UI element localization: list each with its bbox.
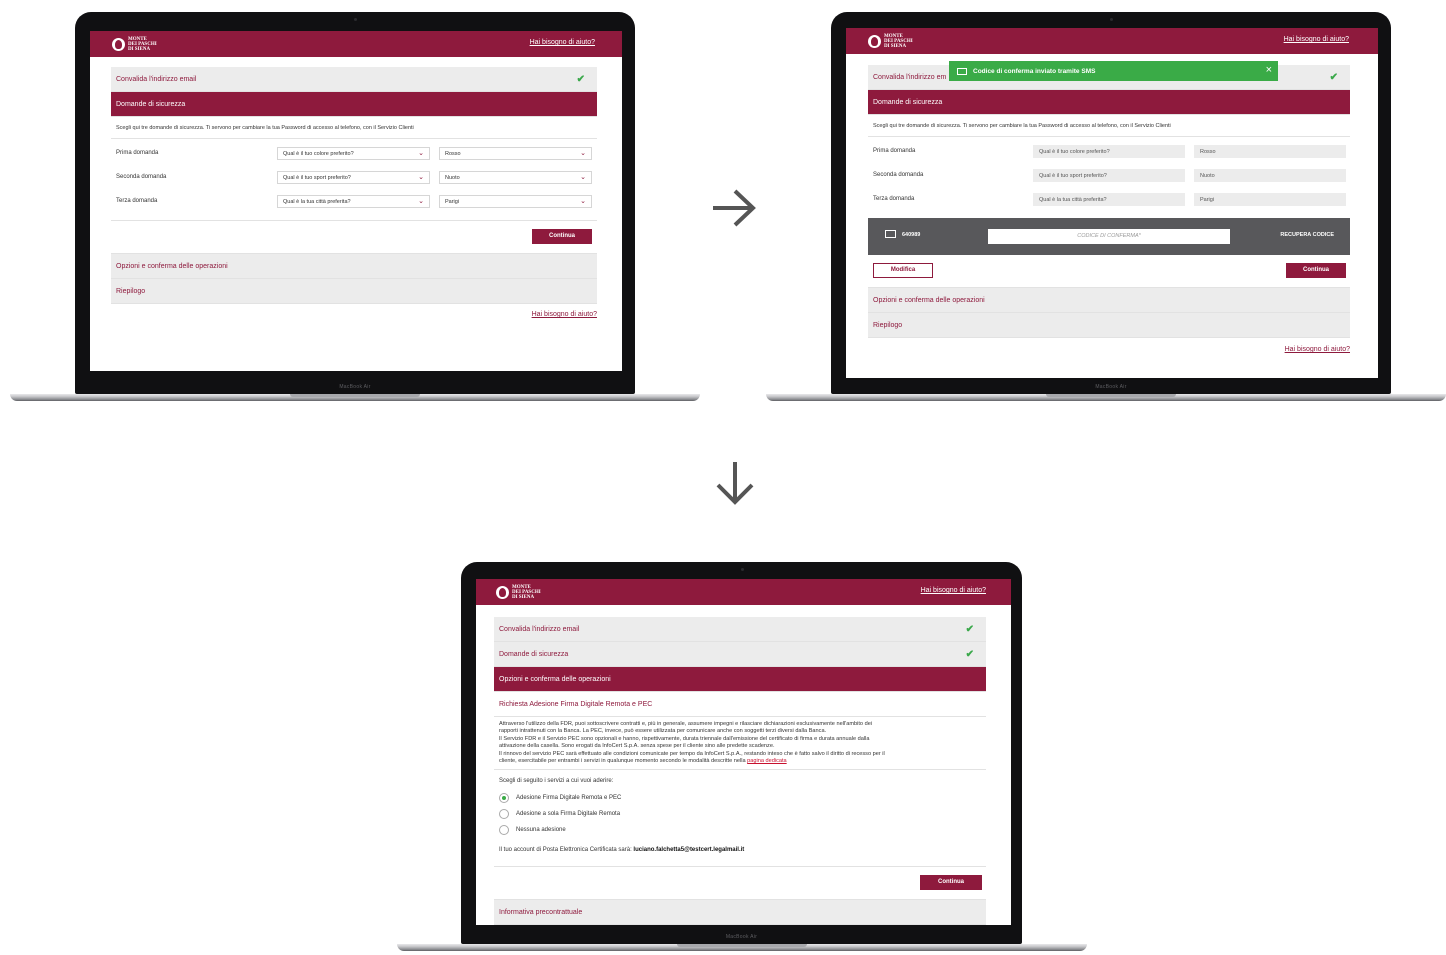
question-field: Qual è la tua città preferita? — [1033, 193, 1185, 206]
sms-code-bar: 640989 CODICE DI CONFERMA* RECUPERA CODI… — [868, 218, 1350, 255]
actions-row: Continua — [494, 867, 986, 901]
help-link-bottom[interactable]: Hai bisogno di aiuto? — [1285, 346, 1350, 353]
question-field: Qual è il tuo colore preferito? — [1033, 145, 1185, 158]
chevron-down-icon: ⌄ — [580, 150, 586, 157]
screen-1: MONTE DEI PASCHI DI SIENA Hai bisogno di… — [90, 31, 622, 371]
question-row: Seconda domanda Qual è il tuo sport pref… — [868, 164, 1350, 188]
bank-logo[interactable]: MONTE DEI PASCHI DI SIENA — [112, 37, 157, 52]
step-validate-email[interactable]: Convalida l'indirizzo email ✔ — [111, 67, 597, 92]
step-options[interactable]: Opzioni e conferma delle operazioni — [111, 254, 597, 279]
sms-toast: Codice di conferma inviato tramite SMS × — [949, 61, 1278, 81]
model-label: MacBook Air — [339, 384, 371, 390]
security-intro: Scegli qui tre domande di sicurezza. Ti … — [111, 117, 597, 139]
question-row: Terza domanda Qual è la tua città prefer… — [868, 188, 1350, 212]
laptop-1-notch — [290, 394, 420, 397]
dedicated-page-link[interactable]: pagina dedicata — [747, 758, 787, 764]
chevron-down-icon: ⌄ — [418, 174, 424, 181]
sms-code: 640989 — [902, 232, 921, 238]
continue-button[interactable]: Continua — [1286, 263, 1346, 278]
question-select[interactable]: Qual è il tuo colore preferito? ⌄ — [277, 147, 430, 160]
service-choice: Scegli di seguito i servizi a cui vuoi a… — [494, 770, 986, 868]
question-select[interactable]: Qual è la tua città preferita? ⌄ — [277, 195, 430, 208]
check-icon: ✔ — [576, 73, 585, 85]
actions-row: Modifica Continua — [868, 255, 1350, 288]
chevron-down-icon: ⌄ — [580, 198, 586, 205]
arrow-right-icon — [713, 189, 756, 227]
camera — [354, 18, 357, 21]
request-title: Richiesta Adesione Firma Digitale Remota… — [494, 692, 986, 717]
step-summary[interactable]: Riepilogo — [111, 279, 597, 304]
sms-icon — [957, 67, 967, 75]
close-icon[interactable]: × — [1266, 64, 1272, 76]
wizard-panel: Convalida l'indirizzo email ✔ Domande di… — [494, 617, 986, 925]
check-icon: ✔ — [1329, 71, 1338, 83]
continue-button[interactable]: Continua — [920, 875, 982, 891]
bank-logo[interactable]: MONTE DEI PASCHI DI SIENA — [868, 34, 913, 49]
pec-account-line: Il tuo account di Posta Elettronica Cert… — [499, 847, 745, 854]
step-pre-contract[interactable]: Informativa precontrattuale — [494, 900, 986, 925]
help-link[interactable]: Hai bisogno di aiuto? — [921, 587, 986, 594]
answer-select[interactable]: Parigi ⌄ — [439, 195, 592, 208]
answer-select[interactable]: Nuoto ⌄ — [439, 171, 592, 184]
recover-code-link[interactable]: RECUPERA CODICE — [1280, 232, 1334, 238]
screen-2: MONTE DEI PASCHI DI SIENA Hai bisogno di… — [846, 28, 1378, 378]
choose-label: Scegli di seguito i servizi a cui vuoi a… — [499, 778, 614, 785]
laptop-3-notch — [677, 944, 807, 947]
question-select[interactable]: Qual è il tuo sport preferito? ⌄ — [277, 171, 430, 184]
chevron-down-icon: ⌄ — [418, 198, 424, 205]
model-label: MacBook Air — [1095, 384, 1127, 390]
answer-field: Parigi — [1194, 193, 1346, 206]
bank-logo[interactable]: MONTE DEI PASCHI DI SIENA — [496, 585, 541, 600]
site-header: MONTE DEI PASCHI DI SIENA Hai bisogno di… — [846, 28, 1378, 54]
continue-button[interactable]: Continua — [532, 229, 592, 244]
site-header: MONTE DEI PASCHI DI SIENA Hai bisogno di… — [90, 31, 622, 57]
confirmation-code-input[interactable]: CODICE DI CONFERMA* — [988, 229, 1230, 244]
model-label: MacBook Air — [725, 934, 758, 940]
logo-emblem — [496, 586, 509, 599]
service-description: Attraverso l'utilizzo della FDR, puoi so… — [494, 717, 986, 771]
pec-address: luciano.falchetta5@testcert.legalmail.it — [633, 847, 745, 854]
camera — [740, 568, 744, 571]
question-row: Prima domanda Qual è il tuo colore prefe… — [868, 140, 1350, 164]
step-validate-email[interactable]: Convalida l'indirizzo email ✔ — [494, 617, 986, 642]
wizard-panel: Convalida l'indirizzo email ✔ Domande di… — [111, 67, 597, 304]
help-link-bottom[interactable]: Hai bisogno di aiuto? — [532, 311, 597, 318]
radio-none[interactable] — [499, 825, 509, 836]
step-security-questions[interactable]: Domande di sicurezza ✔ — [494, 642, 986, 667]
question-row: Terza domanda Qual è la tua città prefer… — [111, 190, 597, 214]
arrow-down-icon — [716, 462, 754, 505]
answer-select[interactable]: Rosso ⌄ — [439, 147, 592, 160]
questions-block: Prima domanda Qual è il tuo colore prefe… — [868, 137, 1350, 218]
step-options[interactable]: Opzioni e conferma delle operazioni — [868, 288, 1350, 313]
help-link[interactable]: Hai bisogno di aiuto? — [530, 39, 595, 46]
step-options[interactable]: Opzioni e conferma delle operazioni — [494, 667, 986, 692]
question-row: Prima domanda Qual è il tuo colore prefe… — [111, 142, 597, 166]
screen-3: MONTE DEI PASCHI DI SIENA Hai bisogno di… — [476, 579, 1011, 925]
wizard-panel: Convalida l'indirizzo em ✔ Domande di si… — [868, 65, 1350, 338]
security-intro: Scegli qui tre domande di sicurezza. Ti … — [868, 115, 1350, 137]
questions-block: Prima domanda Qual è il tuo colore prefe… — [111, 139, 597, 221]
laptop-2-notch — [1046, 394, 1176, 397]
actions-row: Continua — [111, 221, 597, 254]
check-icon: ✔ — [965, 648, 974, 660]
logo-emblem — [112, 38, 125, 51]
radio-fdr-only[interactable] — [499, 809, 509, 820]
question-field: Qual è il tuo sport preferito? — [1033, 169, 1185, 182]
help-link[interactable]: Hai bisogno di aiuto? — [1284, 36, 1349, 43]
chevron-down-icon: ⌄ — [418, 150, 424, 157]
radio-fdr-pec[interactable] — [499, 793, 509, 804]
logo-emblem — [868, 35, 881, 48]
step-summary[interactable]: Riepilogo — [868, 313, 1350, 338]
answer-field: Nuoto — [1194, 169, 1346, 182]
chevron-down-icon: ⌄ — [580, 174, 586, 181]
site-header: MONTE DEI PASCHI DI SIENA Hai bisogno di… — [476, 579, 1011, 605]
step-security-questions[interactable]: Domande di sicurezza — [111, 92, 597, 117]
camera — [1110, 18, 1113, 21]
sms-icon — [885, 230, 896, 238]
step-security-questions[interactable]: Domande di sicurezza — [868, 90, 1350, 115]
modify-button[interactable]: Modifica — [873, 263, 933, 278]
question-row: Seconda domanda Qual è il tuo sport pref… — [111, 166, 597, 190]
check-icon: ✔ — [965, 623, 974, 635]
answer-field: Rosso — [1194, 145, 1346, 158]
